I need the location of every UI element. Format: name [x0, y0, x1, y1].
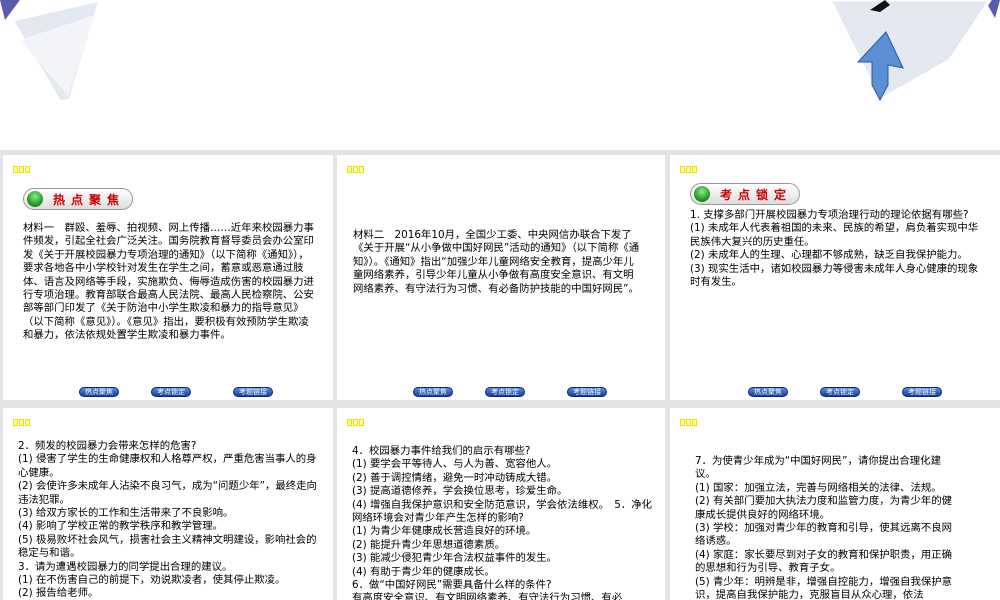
nav-button-hotspot[interactable]: 热点聚焦 — [79, 387, 119, 397]
slide-body-text: 2．频发的校园暴力会带来怎样的危害? (1) 侵害了学生的生命健康权和人格尊严权… — [18, 440, 317, 600]
nav-button-exam[interactable]: 考题链接 — [902, 387, 942, 397]
slide-thumbnail-4[interactable]: 2．频发的校园暴力会带来怎样的危害? (1) 侵害了学生的生命健康权和人格尊严权… — [3, 408, 333, 600]
slide-tag — [347, 166, 364, 173]
slide-body-text: 4．校园暴力事件给我们的启示有哪些? (1) 要学会平等待人、与人为善、宽容他人… — [352, 445, 652, 600]
slide-thumbnail-1[interactable]: 热点聚焦 材料一 群殴、羞辱、拍视频、网上传播……近年来校园暴力事件频发，引起全… — [3, 155, 333, 400]
slide-body-text: 材料二 2016年10月，全国少工委、中央网信办联合下发了《关于开展“从小争做中… — [353, 229, 640, 295]
slide-tag — [680, 166, 697, 173]
slide-tag — [13, 419, 30, 426]
section-heading: 考点锁定 — [690, 183, 800, 205]
nav-button-keypoints[interactable]: 考点锁定 — [485, 387, 525, 397]
green-ball-icon — [27, 191, 43, 207]
decorative-shapes-icon — [0, 0, 1000, 104]
nav-button-exam[interactable]: 考题链接 — [567, 387, 607, 397]
nav-button-keypoints[interactable]: 考点锁定 — [820, 387, 860, 397]
nav-button-hotspot[interactable]: 热点聚焦 — [748, 387, 788, 397]
slide-nav: 热点聚焦 考点锁定 考题链接 — [337, 387, 665, 397]
previous-slide-partial[interactable] — [0, 0, 1000, 150]
section-heading: 热点聚焦 — [23, 188, 133, 210]
slide-thumbnail-2[interactable]: 材料二 2016年10月，全国少工委、中央网信办联合下发了《关于开展“从小争做中… — [337, 155, 665, 400]
slide-nav: 热点聚焦 考点锁定 考题链接 — [3, 387, 333, 397]
nav-button-hotspot[interactable]: 热点聚焦 — [413, 387, 453, 397]
slide-thumbnail-5[interactable]: 4．校园暴力事件给我们的启示有哪些? (1) 要学会平等待人、与人为善、宽容他人… — [337, 408, 665, 600]
green-ball-icon — [694, 186, 710, 202]
heading-text: 考点锁定 — [720, 187, 793, 202]
nav-button-exam[interactable]: 考题链接 — [233, 387, 273, 397]
slide-tag — [347, 419, 364, 426]
slide-thumbnail-3[interactable]: 考点锁定 1. 支撑多部门开展校园暴力专项治理行动的理论依据有哪些? (1) 未… — [670, 155, 1000, 400]
slide-body-text: 材料一 群殴、羞辱、拍视频、网上传播……近年来校园暴力事件频发，引起全社会广泛关… — [23, 222, 314, 342]
heading-text: 热点聚焦 — [53, 192, 126, 207]
slide-thumbnail-6[interactable]: 7．为使青少年成为“中国好网民”，请你提出合理化建议。 (1) 国家：加强立法，… — [670, 408, 1000, 600]
slide-tag — [680, 419, 697, 426]
slide-body-text: 7．为使青少年成为“中国好网民”，请你提出合理化建议。 (1) 国家：加强立法，… — [695, 455, 953, 600]
slide-body-text: 1. 支撑多部门开展校园暴力专项治理行动的理论依据有哪些? (1) 未成年人代表… — [690, 209, 979, 289]
slide-tag — [13, 166, 30, 173]
nav-button-keypoints[interactable]: 考点锁定 — [151, 387, 191, 397]
slide-nav: 热点聚焦 考点锁定 考题链接 — [670, 387, 1000, 397]
